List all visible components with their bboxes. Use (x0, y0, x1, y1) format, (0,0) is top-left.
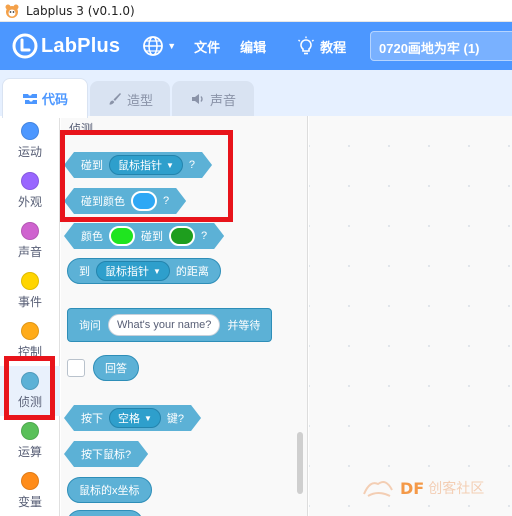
dropdown-value: 鼠标指针 (105, 266, 149, 278)
globe-icon (143, 36, 164, 56)
labplus-logo-icon (12, 33, 38, 59)
key-pressed-block[interactable]: 按下 空格 ▼ 键? (64, 405, 201, 431)
block-text: 碰到 (81, 160, 103, 172)
app-icon (5, 4, 19, 18)
category-variables[interactable]: 变量 (0, 466, 60, 516)
tab-code-label: 代码 (41, 92, 68, 107)
distance-target-dropdown[interactable]: 鼠标指针 ▼ (96, 261, 170, 281)
category-label: 变量 (17, 495, 42, 509)
title-bar: Labplus 3 (v0.1.0) (0, 0, 512, 22)
touching-block[interactable]: 碰到 鼠标指针 ▼ ? (64, 152, 212, 178)
code-blocks-icon (22, 93, 37, 104)
tutorial-label: 教程 (320, 39, 347, 55)
block-text: ? (163, 195, 170, 207)
block-text: 的距离 (175, 266, 209, 278)
category-sound[interactable]: 声音 (0, 216, 60, 266)
key-dropdown[interactable]: 空格 ▼ (109, 408, 161, 428)
tab-costume-label: 造型 (126, 92, 153, 108)
category-dot (21, 322, 39, 340)
color-picker-swatch[interactable] (131, 191, 157, 211)
tab-costume[interactable]: 造型 (90, 81, 170, 116)
block-text: 按下鼠标? (81, 449, 132, 461)
category-dot (21, 222, 39, 240)
dropdown-value: 鼠标指针 (118, 160, 162, 172)
mouse-down-block[interactable]: 按下鼠标? (64, 441, 148, 467)
block-text: 询问 (79, 320, 101, 332)
ask-and-wait-block[interactable]: 询问 What's your name? 并等待 (67, 308, 273, 342)
palette-scrollbar[interactable] (297, 432, 303, 494)
category-control[interactable]: 控制 (0, 316, 60, 366)
lightbulb-icon (298, 36, 315, 55)
project-title-input[interactable]: 0720画地为牢 (1) (370, 31, 512, 61)
block-text: 颜色 (81, 231, 103, 243)
tutorial-button[interactable]: 教程 (296, 36, 346, 56)
category-label: 运算 (17, 445, 42, 459)
brush-icon (109, 93, 121, 105)
dropdown-value: 空格 (118, 413, 140, 425)
answer-monitor-checkbox[interactable] (67, 359, 85, 377)
category-dot (21, 372, 39, 390)
distance-to-block[interactable]: 到 鼠标指针 ▼ 的距离 (67, 258, 221, 284)
block-text: 键? (166, 413, 185, 425)
block-text: ? (201, 230, 208, 242)
tab-sound[interactable]: 声音 (172, 81, 254, 116)
touching-color-block[interactable]: 碰到颜色 ? (64, 188, 186, 214)
language-menu[interactable]: ▼ (142, 35, 176, 57)
category-dot (21, 272, 39, 290)
menu-bar: LabPlus ▼ 文件 编辑 教程 0720画地为牢 (1) (0, 22, 512, 70)
code-workspace[interactable] (309, 116, 512, 516)
edit-menu[interactable]: 编辑 (240, 37, 266, 56)
category-label: 外观 (17, 195, 42, 209)
watermark-df: DF (400, 478, 425, 498)
category-events[interactable]: 事件 (0, 266, 60, 316)
category-dot (21, 472, 39, 490)
chevron-down-icon: ▼ (166, 160, 174, 170)
logo-text: LabPlus (41, 34, 121, 57)
block-text: 到 (79, 266, 90, 278)
category-sensing[interactable]: 侦测 (0, 366, 60, 416)
block-text: 回答 (105, 363, 127, 375)
block-text: 碰到 (141, 231, 163, 243)
speaker-icon (191, 94, 203, 104)
watermark-logo-icon (363, 481, 393, 497)
labplus-logo[interactable]: LabPlus (12, 33, 120, 59)
file-menu[interactable]: 文件 (194, 37, 220, 56)
window-title: Labplus 3 (v0.1.0) (26, 3, 135, 18)
mouse-x-block[interactable]: 鼠标的x坐标 (67, 477, 152, 503)
block-text: 碰到颜色 (81, 196, 125, 208)
category-label: 侦测 (17, 395, 42, 409)
watermark-text: 创客社区 (428, 480, 485, 496)
editor-tabs: 代码 造型 声音 (0, 70, 512, 118)
color-touching-color-block[interactable]: 颜色 碰到 ? (64, 223, 224, 249)
tab-code[interactable]: 代码 (2, 78, 88, 118)
category-operators[interactable]: 运算 (0, 416, 60, 466)
block-text: 按下 (81, 413, 103, 425)
category-label: 控制 (17, 345, 42, 359)
category-label: 运动 (17, 145, 42, 159)
tab-sound-label: 声音 (209, 92, 236, 108)
color-picker-swatch[interactable] (169, 226, 195, 246)
block-text: 并等待 (227, 320, 261, 332)
chevron-down-icon: ▼ (153, 266, 161, 276)
chevron-down-icon: ▼ (144, 413, 152, 423)
next-block-partial[interactable] (67, 510, 143, 516)
category-label: 事件 (17, 295, 42, 309)
palette-section-title: 侦测 (69, 122, 94, 136)
block-text: 鼠标的x坐标 (79, 485, 140, 497)
category-menu: 运动 外观 声音 事件 控制 侦测 运算 变量 (0, 116, 60, 516)
category-motion[interactable]: 运动 (0, 116, 60, 166)
watermark: DF 创客社区 (360, 474, 484, 502)
category-dot (21, 422, 39, 440)
block-text: ? (188, 159, 196, 171)
category-dot (21, 172, 39, 190)
category-looks[interactable]: 外观 (0, 166, 60, 216)
category-dot (21, 122, 39, 140)
block-palette: 侦测 碰到 鼠标指针 ▼ ? 碰到颜色 ? 颜色 碰到 ? 到 鼠标指针 ▼ 的距离… (61, 116, 308, 516)
color-picker-swatch[interactable] (109, 226, 135, 246)
ask-question-input[interactable]: What's your name? (108, 314, 221, 336)
category-label: 声音 (17, 245, 42, 259)
chevron-down-icon: ▼ (167, 41, 177, 51)
answer-block[interactable]: 回答 (93, 355, 139, 381)
touching-target-dropdown[interactable]: 鼠标指针 ▼ (109, 155, 183, 175)
